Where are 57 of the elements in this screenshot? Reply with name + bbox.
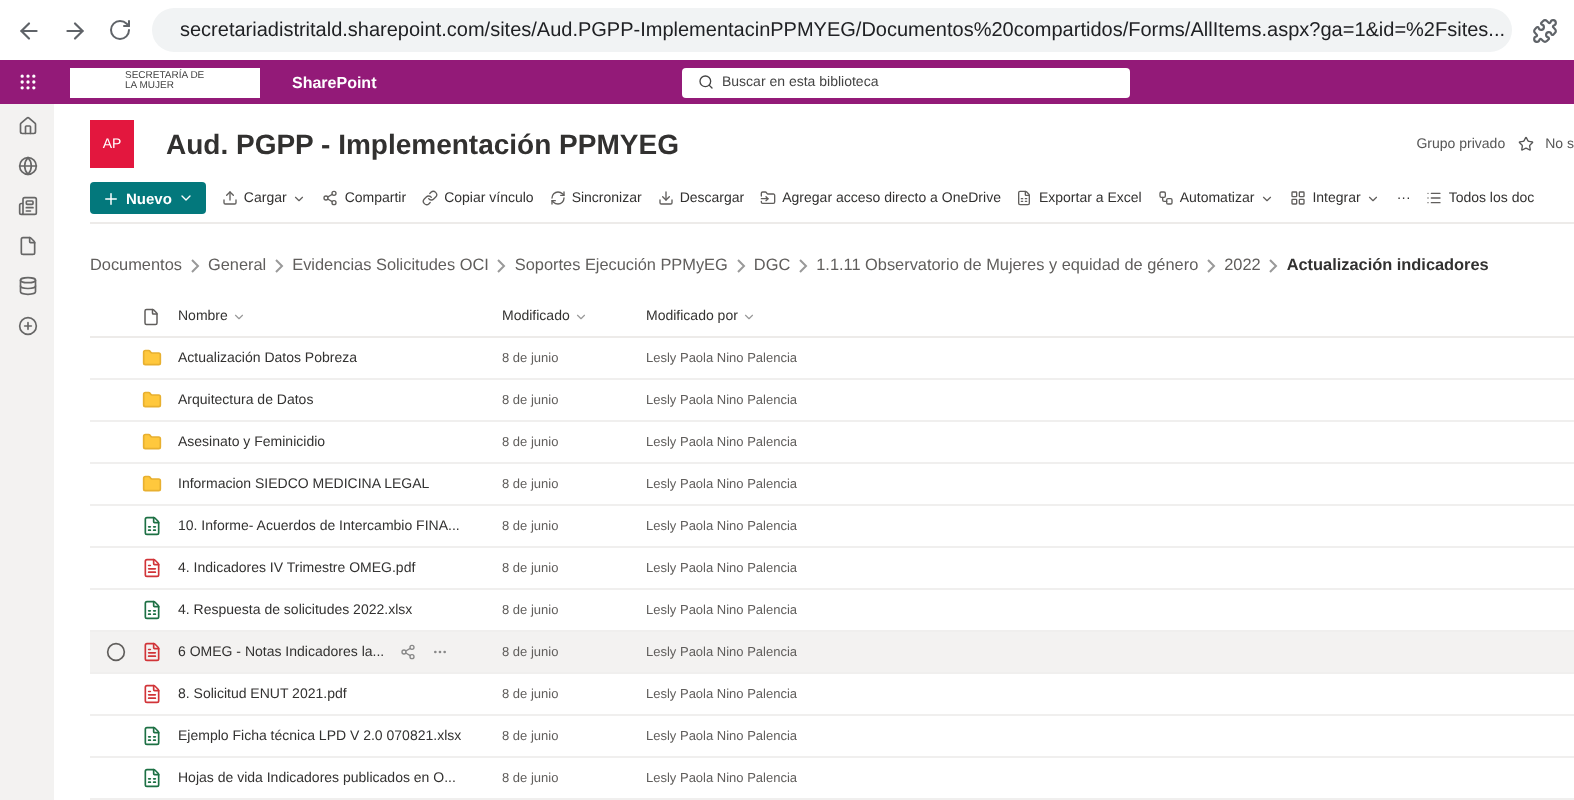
breadcrumb-link[interactable]: Documentos bbox=[90, 256, 182, 275]
app-launcher-icon bbox=[17, 72, 37, 92]
spreadsheet-icon bbox=[142, 516, 162, 536]
breadcrumb-link[interactable]: 1.1.11 Observatorio de Mujeres y equidad de género bbox=[816, 256, 1199, 275]
site-title: Aud. PGPP - Implementación PPMYEG bbox=[166, 128, 679, 161]
caret-icon bbox=[1260, 191, 1275, 206]
download-icon bbox=[657, 190, 674, 207]
puzzle-icon[interactable] bbox=[1532, 17, 1558, 43]
chevron-icon bbox=[274, 257, 285, 274]
star-icon[interactable] bbox=[1517, 136, 1534, 153]
link-icon bbox=[422, 190, 439, 207]
caret-icon bbox=[573, 309, 588, 323]
spreadsheet-icon bbox=[142, 726, 162, 746]
address-bar[interactable]: secretariadistritald.sharepoint.com/sites/Aud.PGPP-ImplementacinPPMYEG/Documentos%20compartidos/Forms/AllItems.aspx?ga=1&id=%2Fsites... bbox=[152, 8, 1512, 52]
row-select-icon[interactable] bbox=[106, 642, 126, 662]
breadcrumb-link[interactable]: Evidencias Solicitudes OCI bbox=[292, 256, 489, 275]
chevron-icon bbox=[189, 257, 200, 274]
flow-icon bbox=[1157, 190, 1174, 207]
reload-icon[interactable] bbox=[108, 18, 132, 42]
list-icon bbox=[1426, 190, 1443, 207]
app-name-link[interactable]: SharePoint bbox=[292, 73, 682, 91]
grid-icon bbox=[1290, 190, 1307, 207]
folder-icon bbox=[142, 474, 162, 494]
url-text: secretariadistritald.sharepoint.com/sites/Aud.PGPP-ImplementacinPPMYEG/Documentos%20compartidos/Forms/AllItems.aspx?ga=1&id=%2Fsites... bbox=[180, 19, 1505, 41]
search-icon bbox=[698, 73, 714, 89]
spreadsheet-icon bbox=[1016, 190, 1033, 207]
breadcrumb-link[interactable]: DGC bbox=[753, 256, 791, 275]
caret-icon bbox=[231, 309, 246, 323]
chevron-icon bbox=[496, 257, 507, 274]
chevron-icon bbox=[1268, 257, 1279, 274]
sync-icon bbox=[549, 190, 566, 207]
caret-icon bbox=[292, 191, 307, 206]
chevron-icon bbox=[735, 257, 746, 274]
share-icon bbox=[322, 190, 339, 207]
breadcrumb-link[interactable]: 2022 bbox=[1224, 256, 1261, 275]
pdf-file-icon bbox=[142, 558, 162, 578]
breadcrumb-link[interactable]: Soportes Ejecución PPMyEG bbox=[514, 256, 728, 275]
pdf-file-icon bbox=[142, 684, 162, 704]
folder-icon bbox=[142, 348, 162, 368]
breadcrumb-link[interactable]: Actualización indicadores bbox=[1286, 256, 1489, 275]
chevron-icon bbox=[798, 257, 809, 274]
pdf-file-icon bbox=[142, 642, 162, 662]
back-icon[interactable] bbox=[16, 17, 42, 43]
shortcut-icon bbox=[760, 190, 777, 207]
folder-icon bbox=[142, 432, 162, 452]
file-type-icon bbox=[142, 307, 160, 325]
folder-icon bbox=[142, 390, 162, 410]
forward-icon[interactable] bbox=[62, 17, 88, 43]
caret-icon bbox=[1366, 191, 1381, 206]
plus-icon bbox=[102, 189, 120, 208]
caret-icon bbox=[741, 309, 756, 323]
breadcrumb-link[interactable]: General bbox=[207, 256, 267, 275]
chevron-icon bbox=[1206, 257, 1217, 274]
spreadsheet-icon bbox=[142, 600, 162, 620]
share-icon[interactable] bbox=[400, 644, 417, 660]
upload-icon bbox=[221, 190, 238, 207]
spreadsheet-icon bbox=[142, 768, 162, 788]
